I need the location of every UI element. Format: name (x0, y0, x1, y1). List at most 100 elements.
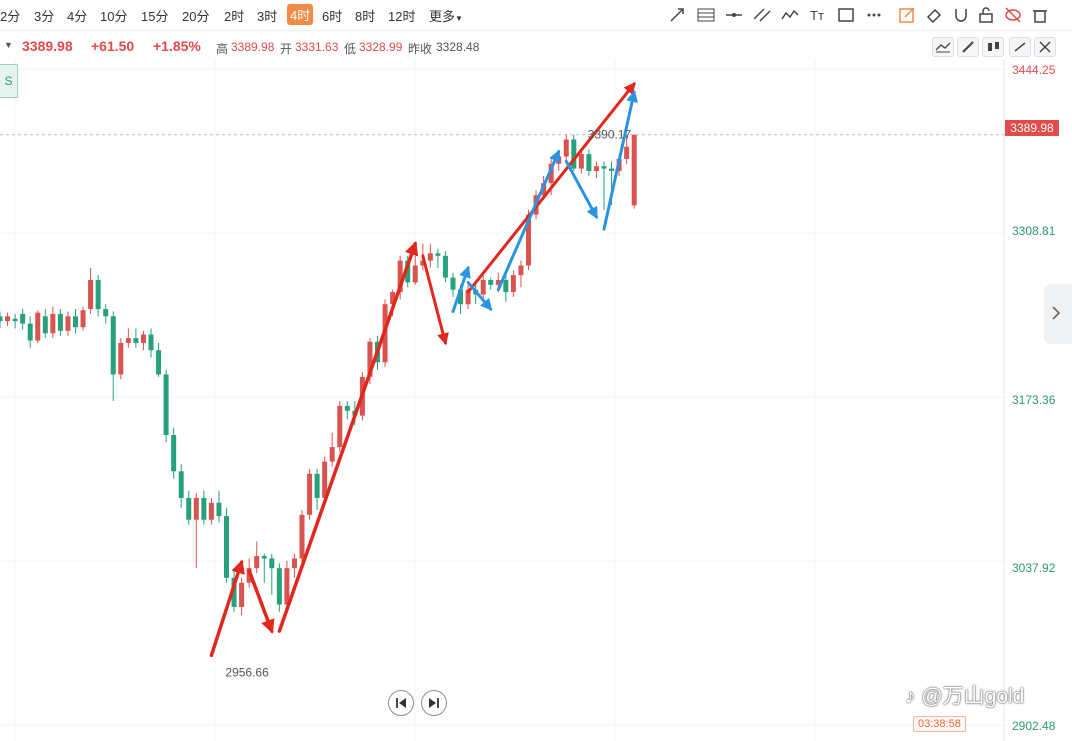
candle-down (95, 279, 101, 310)
tf-15m[interactable]: 15分 (141, 6, 168, 25)
parallel-channel-icon[interactable] (752, 5, 772, 25)
blue-arrow-down (466, 280, 493, 311)
change-pct: +1.85% (153, 38, 201, 54)
trend-line-icon[interactable] (667, 5, 687, 25)
candle-down (133, 338, 139, 343)
y-tick-label: 2902.48 (1012, 719, 1056, 733)
candle-down (344, 405, 350, 411)
candle-up (80, 310, 86, 328)
candle-style-icon[interactable] (982, 37, 1004, 57)
prev-close-value: 3328.48 (436, 40, 480, 54)
candle-up (35, 312, 41, 341)
tf-3m[interactable]: 3分 (34, 6, 54, 25)
tf-4h[interactable]: 4时 (287, 4, 314, 25)
bar-countdown: 03:38:58 (913, 716, 966, 732)
open-value: 3331.63 (295, 40, 339, 54)
wave-icon[interactable] (780, 5, 800, 25)
tf-10m[interactable]: 10分 (100, 6, 127, 25)
open-label: 开 (280, 42, 293, 56)
candle-down (57, 313, 63, 331)
watermark-text: @万山gold (921, 685, 1025, 708)
candle-down (171, 434, 177, 472)
tf-8h[interactable]: 8时 (355, 6, 375, 25)
eraser-icon[interactable] (924, 5, 944, 25)
tf-20m[interactable]: 20分 (182, 6, 209, 25)
chart-grid (0, 60, 1005, 741)
rectangle-icon[interactable] (836, 5, 856, 25)
candle-down (42, 316, 48, 334)
prev-close-label: 昨收 (408, 42, 433, 56)
scroll-start-button[interactable] (388, 690, 414, 716)
candle-up (337, 405, 343, 448)
side-tag[interactable]: S (0, 64, 18, 98)
side-panel-toggle[interactable] (1044, 284, 1072, 344)
candle-up (299, 514, 305, 559)
candle-down (20, 313, 26, 324)
candle-down (163, 374, 169, 435)
tf-2m[interactable]: 2分 (0, 6, 20, 25)
chart-canvas[interactable]: 3390.17 2956.66 (0, 0, 1072, 741)
y-tick-label: 3444.25 (1012, 63, 1056, 77)
candle-up (518, 265, 524, 276)
edit-icon[interactable] (897, 5, 917, 25)
y-tick-label: 3037.92 (1012, 561, 1056, 575)
candle-up (578, 154, 584, 169)
red-arrow-down (247, 568, 275, 634)
low-label: 低 (344, 42, 357, 56)
horizontal-line-icon[interactable] (724, 5, 744, 25)
collapse-caret-icon[interactable]: ▼ (4, 40, 13, 50)
high-label: 高 (216, 42, 229, 56)
candle-up (239, 582, 245, 607)
trash-icon[interactable] (1030, 5, 1050, 25)
tf-6h[interactable]: 6时 (322, 6, 342, 25)
last-price-tag: 3389.98 (1005, 120, 1059, 136)
candle-up (50, 313, 56, 334)
draw-pen-icon[interactable] (957, 37, 979, 57)
candle-up (412, 265, 418, 283)
indicator-button[interactable] (932, 37, 954, 57)
fullscreen-icon[interactable] (1009, 37, 1031, 57)
candle-down (178, 471, 184, 498)
candle-down (503, 279, 509, 293)
tf-4m[interactable]: 4分 (67, 6, 87, 25)
hide-icon[interactable] (1003, 5, 1023, 25)
candle-up (563, 139, 569, 157)
high-value: 3389.98 (231, 40, 275, 54)
candle-down (261, 556, 267, 559)
scroll-end-button[interactable] (421, 690, 447, 716)
fibonacci-icon[interactable] (696, 5, 716, 25)
magnet-icon[interactable] (951, 5, 971, 25)
y-tick-label: 3173.36 (1012, 393, 1056, 407)
lock-icon[interactable] (976, 5, 996, 25)
more-label: 更多 (429, 9, 456, 24)
candle-up (254, 556, 260, 569)
candle-up (329, 447, 335, 462)
candle-up (593, 166, 599, 172)
candle-down (450, 277, 456, 290)
tf-more[interactable]: 更多▼ (429, 6, 463, 25)
close-icon[interactable] (1034, 37, 1056, 57)
candle-down (27, 323, 33, 341)
candle-up (307, 473, 313, 515)
drawn-arrows (209, 81, 638, 658)
candle-up (193, 497, 199, 520)
tf-3h[interactable]: 3时 (257, 6, 277, 25)
tf-2h[interactable]: 2时 (224, 6, 244, 25)
high-annotation: 3390.17 (588, 127, 632, 141)
low-annotation: 2956.66 (225, 665, 269, 679)
more-tools-icon[interactable] (864, 5, 884, 25)
svg-text:Tт: Tт (810, 8, 824, 23)
watermark-logo-icon: ♪ (905, 685, 922, 708)
candle-down (571, 139, 577, 169)
candle-down (156, 350, 162, 375)
caret-down-icon: ▼ (455, 14, 463, 23)
candle-down (435, 253, 441, 256)
candle-down (488, 279, 494, 285)
candle-down (442, 255, 448, 278)
candle-down (12, 318, 18, 322)
last-price: 3389.98 (22, 38, 73, 54)
candle-down (609, 168, 615, 172)
candle-up (208, 502, 214, 520)
text-tool-icon[interactable]: Tт (808, 5, 828, 25)
tf-12h[interactable]: 12时 (388, 6, 415, 25)
